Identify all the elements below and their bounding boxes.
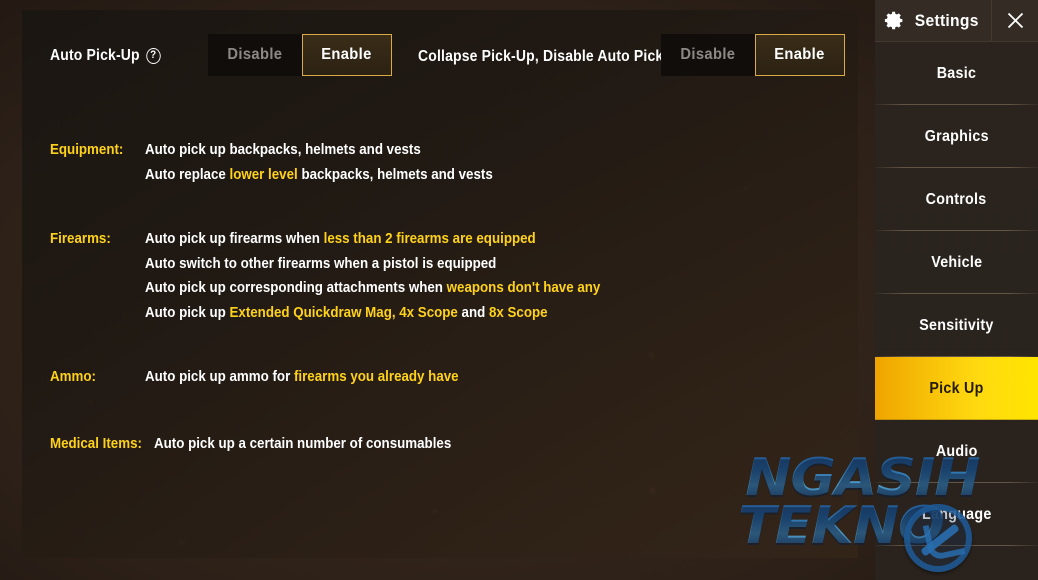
description-line: Auto pick up firearms when less than 2 f… [145,227,784,252]
auto-pick-up-enable-label: Enable [321,46,372,63]
sidebar-item-label: Sensitivity [919,316,994,334]
question-mark-icon[interactable]: ? [146,48,161,64]
description-lines: Auto pick up backpacks, helmets and vest… [145,138,840,187]
gear-icon [885,11,903,30]
description-key: Firearms: [50,231,111,247]
auto-pick-up-disable-button[interactable]: Disable [208,34,302,76]
description-line: Auto pick up corresponding attachments w… [145,276,784,301]
auto-pick-up-toggle-group: Disable Enable [208,34,392,76]
sidebar-item-label: Basic [936,64,977,82]
sidebar-item-label: Vehicle [930,253,983,271]
description-line: Auto pick up Extended Quickdraw Mag, 4x … [145,301,784,326]
sidebar-item-graphics[interactable]: Graphics [875,105,1038,168]
description-group: Medical Items: Auto pick up a certain num… [50,432,840,457]
plain-text: and [457,304,489,321]
settings-header: Settings [875,0,1038,42]
description-group: Firearms: Auto pick up firearms when less… [50,227,840,325]
sidebar-item-label: Controls [926,190,987,208]
description-line: Auto switch to other firearms when a pis… [145,252,784,277]
description-line: Auto pick up ammo for firearms you alrea… [145,365,784,390]
description-line: Auto replace lower level backpacks, helm… [145,163,784,188]
description-key: Equipment: [50,142,124,158]
plain-text: Auto replace [145,166,230,183]
settings-title-group: Settings [875,0,992,41]
auto-pick-up-enable-button[interactable]: Enable [301,34,392,76]
description-key: Ammo: [50,369,96,385]
settings-title: Settings [915,10,979,30]
pick-up-settings-panel: Auto Pick-Up ? Disable Enable Collapse P… [22,10,858,558]
plain-text: Auto pick up ammo for [145,369,294,385]
collapse-pick-up-disable-button[interactable]: Disable [661,34,755,76]
sidebar-item-label: Pick Up [929,379,984,397]
sidebar-item-label: Language [921,505,992,523]
collapse-pick-up-label: Collapse Pick-Up, Disable Auto Pick-Up [418,48,688,65]
auto-pick-up-disable-label: Disable [227,46,283,63]
sidebar-item-audio[interactable]: Audio [875,420,1038,483]
sidebar-item-sensitivity[interactable]: Sensitivity [875,294,1038,357]
plain-text: Auto pick up firearms when [145,231,324,247]
plain-text: backpacks, helmets and vests [297,166,493,183]
highlight-text: lower level [229,166,298,183]
sidebar-item-label: Audio [935,442,978,460]
sidebar-item-language[interactable]: Language [875,483,1038,546]
auto-pick-up-label: Auto Pick-Up [50,47,140,64]
pick-up-description-list: Equipment: Auto pick up backpacks, helmet… [50,138,840,456]
settings-screen: Auto Pick-Up ? Disable Enable Collapse P… [0,0,1038,580]
sidebar-item-basic[interactable]: Basic [875,42,1038,105]
plain-text: Auto switch to other firearms when a pis… [145,255,497,272]
description-group: Ammo: Auto pick up ammo for firearms you … [50,365,840,390]
close-x-icon [1007,12,1023,29]
plain-text: Auto pick up backpacks, helmets and vest… [145,142,421,158]
plain-text: Auto pick up corresponding attachments w… [145,280,447,296]
highlight-text: Extended Quickdraw Mag, 4x Scope [229,304,458,321]
settings-nav-list: Basic Graphics Controls Vehicle Sensitivity P… [875,42,1038,546]
description-group: Equipment: Auto pick up backpacks, helmet… [50,138,840,187]
sidebar-item-vehicle[interactable]: Vehicle [875,231,1038,294]
close-button[interactable] [992,0,1038,41]
collapse-pick-up-disable-label: Disable [680,46,736,63]
collapse-pick-up-enable-button[interactable]: Enable [754,34,845,76]
highlight-text: weapons don't have any [446,280,601,296]
highlight-text: 8x Scope [488,304,548,321]
collapse-pick-up-toggle-group: Disable Enable [661,34,845,76]
highlight-text: less than 2 firearms are equipped [323,231,536,247]
description-lines: Auto pick up a certain number of consuma… [154,432,840,457]
description-line: Auto pick up a certain number of consuma… [154,432,785,457]
description-lines: Auto pick up ammo for firearms you alrea… [145,365,840,390]
description-key: Medical Items: [50,435,142,452]
auto-pick-up-label-wrap: Auto Pick-Up ? [50,47,161,65]
collapse-pick-up-enable-label: Enable [774,46,825,63]
settings-sidebar: Settings Basic Graphics Controls Vehicle Sen… [875,0,1038,580]
plain-text: Auto pick up a certain number of consuma… [153,435,452,452]
description-lines: Auto pick up firearms when less than 2 f… [145,227,840,325]
plain-text: Auto pick up [145,304,230,321]
highlight-text: firearms you already have [293,369,459,385]
sidebar-item-controls[interactable]: Controls [875,168,1038,231]
sidebar-item-pick-up[interactable]: Pick Up [875,357,1038,420]
description-line: Auto pick up backpacks, helmets and vest… [145,138,784,163]
sidebar-item-label: Graphics [924,127,989,145]
